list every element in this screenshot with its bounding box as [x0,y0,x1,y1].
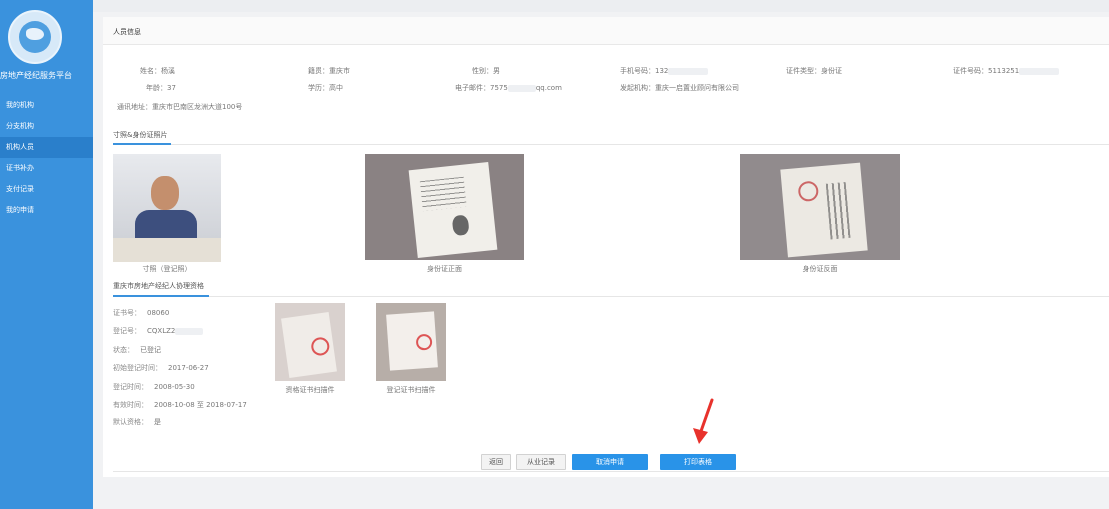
association-globe-logo [8,10,62,64]
document [281,311,337,379]
person-head [151,176,179,210]
native-field: 籍贯：重庆市 [308,67,350,75]
divider [113,144,1109,145]
id-card-back [780,162,868,258]
phone-value: 手机号码：132 [620,67,669,75]
id-number-value: 证件号码：5113251 [953,67,1020,75]
default-qualification-row: 默认资格： 是 [113,417,161,427]
kv-value: 2017-06-27 [168,364,209,372]
platform-name: 房地产经纪服务平台 [0,71,72,80]
reg-scan-image[interactable] [376,303,446,381]
photo-floor [113,238,221,262]
kv-value: 已登记 [140,346,161,354]
valid-period-row: 有效时间： 2008-10-08 至 2018-07-17 [113,400,247,410]
id-back-photo[interactable] [740,154,900,260]
sidebar-item-staff[interactable]: 机构人员 [0,137,93,158]
stamp-icon [415,333,433,351]
kv-label: 有效时间： [113,401,148,409]
divider [113,296,1109,297]
map-icon [26,28,44,40]
redaction [175,327,204,335]
print-form-button[interactable]: 打印表格 [660,454,736,470]
kv-label: 登记号： [113,327,141,335]
sidebar-item-my-applications[interactable]: 我的申请 [0,200,93,221]
emblem-icon [797,180,820,203]
reg-scan-caption: 登记证书扫描件 [386,386,436,394]
status-row: 状态： 已登记 [113,345,161,355]
portrait-photo[interactable] [113,154,221,262]
email-field: 电子邮件：7575 qq.com [455,83,562,93]
divider [113,471,1109,472]
id-front-photo[interactable] [365,154,524,260]
photos-section-title: 寸照&身份证照片 [113,131,168,139]
stamp-icon [310,336,331,357]
panel-title: 人员信息 [113,28,141,36]
id-text-lines [419,176,467,212]
id-type-field: 证件类型：身份证 [786,67,842,75]
age-field: 年龄：37 [146,84,176,92]
reg-number-row: 登记号： CQXLZ2 [113,326,204,336]
cert-scan-image[interactable] [275,303,345,381]
kv-value: CQXLZ2 [147,327,176,335]
initial-reg-time-row: 初始登记时间： 2017-06-27 [113,363,209,373]
kv-label: 状态： [113,346,134,354]
document [386,311,438,371]
cancel-application-button[interactable]: 取消申请 [572,454,648,470]
back-button[interactable]: 返回 [481,454,511,470]
kv-label: 默认资格： [113,418,148,426]
sidebar-item-branches[interactable]: 分支机构 [0,116,93,137]
id-card [408,162,498,258]
sidebar-item-payments[interactable]: 支付记录 [0,179,93,200]
section-underline [113,295,209,297]
section-underline [113,143,171,145]
reg-time-row: 登记时间： 2008-05-30 [113,382,195,392]
qualification-section-title: 重庆市房地产经纪人协理资格 [113,282,204,290]
id-photo [451,214,470,237]
kv-value: 08060 [147,309,170,317]
gender-field: 性别：男 [472,67,500,75]
name-field: 姓名：杨溪 [140,67,175,75]
redaction [668,67,709,75]
sidebar-item-my-org[interactable]: 我的机构 [0,95,93,116]
person-info-panel: 人员信息 姓名：杨溪 籍贯：重庆市 性别：男 手机号码：132 证件类型：身份证… [103,17,1109,477]
email-prefix: 电子邮件：7575 [455,84,508,92]
kv-label: 登记时间： [113,383,148,391]
portrait-caption: 寸照（登记照） [142,265,192,273]
org-field: 发起机构：重庆一启置业顾问有限公司 [620,84,739,92]
id-text-lines [825,182,851,240]
address-field: 通讯地址：重庆市巴南区龙洲大道100号 [117,103,243,111]
phone-field: 手机号码：132 [620,66,709,76]
kv-value: 2008-05-30 [154,383,195,391]
email-suffix: qq.com [535,84,562,92]
work-history-button[interactable]: 从业记录 [516,454,566,470]
top-strip [93,0,1109,12]
education-field: 学历：高中 [308,84,343,92]
red-arrow-annotation [693,398,714,444]
sidebar-item-cert-reissue[interactable]: 证书补办 [0,158,93,179]
id-front-caption: 身份证正面 [427,265,462,273]
panel-header: 人员信息 [103,17,1109,45]
kv-label: 证书号： [113,309,141,317]
kv-label: 初始登记时间： [113,364,162,372]
sidebar: 房地产经纪服务平台 我的机构 分支机构 机构人员 证书补办 支付记录 我的申请 [0,0,93,509]
redaction [1019,67,1060,75]
id-back-caption: 身份证反面 [802,265,838,273]
redaction [507,84,536,92]
sidebar-menu: 我的机构 分支机构 机构人员 证书补办 支付记录 我的申请 [0,95,93,221]
cert-scan-caption: 资格证书扫描件 [285,386,335,394]
id-number-field: 证件号码：5113251 [953,66,1060,76]
kv-value: 是 [154,418,161,426]
cert-number-row: 证书号： 08060 [113,308,169,318]
kv-value: 2008-10-08 至 2018-07-17 [154,401,247,409]
